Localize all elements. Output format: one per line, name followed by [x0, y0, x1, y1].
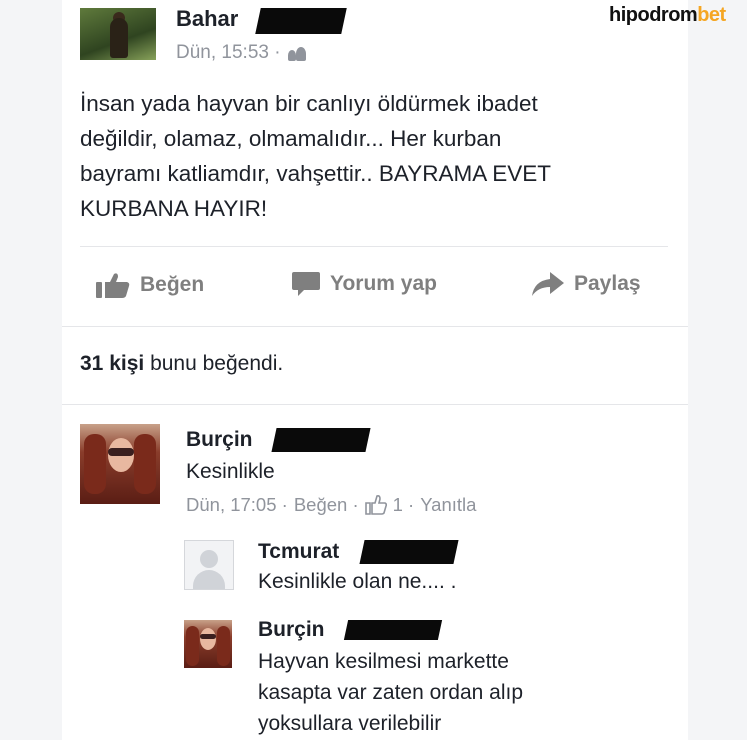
left-margin: [0, 0, 62, 740]
friends-icon: [287, 45, 307, 61]
name-redaction: [343, 620, 443, 640]
thumbs-up-icon: [96, 273, 130, 298]
reply-text: Hayvan kesilmesi markette kasapta var za…: [258, 650, 524, 735]
name-redaction: [271, 428, 371, 452]
post-author-name[interactable]: Bahar: [176, 6, 238, 32]
comment-button[interactable]: Yorum yap: [292, 272, 437, 296]
share-arrow-icon: [532, 272, 564, 296]
divider: [62, 326, 688, 327]
comment-text: Kesinlikle: [186, 460, 275, 483]
comment-meta: Dün, 17:05 · Beğen · 1 · Yanıtla: [186, 494, 476, 516]
comment-like-link[interactable]: Beğen ·: [294, 494, 359, 516]
comment-like-count[interactable]: 1 ·: [393, 494, 415, 516]
right-margin: [688, 0, 747, 740]
divider: [62, 404, 688, 405]
name-redaction: [255, 8, 347, 34]
divider: [80, 246, 668, 247]
reply-avatar[interactable]: [184, 620, 232, 668]
reply-avatar-placeholder[interactable]: [184, 540, 234, 590]
post-text: İnsan yada hayvan bir canlıyı öldürmek i…: [80, 91, 551, 221]
thumbs-up-outline-icon: [364, 495, 387, 515]
likes-summary[interactable]: 31 kişi bunu beğendi.: [80, 352, 283, 376]
comment-timestamp[interactable]: Dün, 17:05 ·: [186, 494, 288, 516]
post-meta: Dün, 15:53 ·: [176, 42, 307, 64]
reply-author-name[interactable]: Tcmurat: [258, 540, 339, 564]
reply-text: Kesinlikle olan ne.... .: [258, 570, 457, 593]
comment-bubble-icon: [292, 272, 320, 296]
share-button[interactable]: Paylaş: [532, 272, 641, 296]
like-button[interactable]: Beğen: [96, 272, 204, 298]
post-author-avatar[interactable]: [80, 8, 156, 60]
post-timestamp[interactable]: Dün, 15:53 ·: [176, 42, 281, 64]
comment-author-name[interactable]: Burçin: [186, 428, 253, 452]
name-redaction: [359, 540, 459, 564]
commenter-avatar[interactable]: [80, 424, 160, 504]
post-actions: Beğen Yorum yap Paylaş: [62, 266, 688, 310]
reply-author-name[interactable]: Burçin: [258, 618, 325, 642]
comment-reply-link[interactable]: Yanıtla: [420, 494, 476, 516]
watermark-logo: hipodrombet: [609, 4, 726, 26]
